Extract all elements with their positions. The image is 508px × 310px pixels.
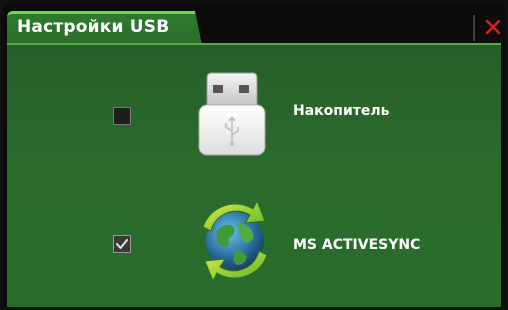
close-button[interactable] (481, 13, 505, 41)
activesync-label: MS ACTIVESYNC (293, 237, 421, 253)
close-icon (485, 19, 501, 35)
storage-label: Накопитель (293, 103, 390, 119)
usb-settings-window: Настройки USB Накопитель MS ACTIVESYNC (3, 3, 505, 307)
activesync-globe-icon (202, 199, 268, 283)
settings-panel: Накопитель MS ACTIVESYNC (7, 43, 501, 307)
activesync-checkbox[interactable] (113, 235, 131, 253)
checkmark-icon (116, 239, 128, 249)
window-title: Настройки USB (17, 17, 170, 37)
close-separator (473, 15, 475, 41)
usb-drive-icon (198, 72, 266, 156)
storage-checkbox[interactable] (113, 107, 131, 125)
